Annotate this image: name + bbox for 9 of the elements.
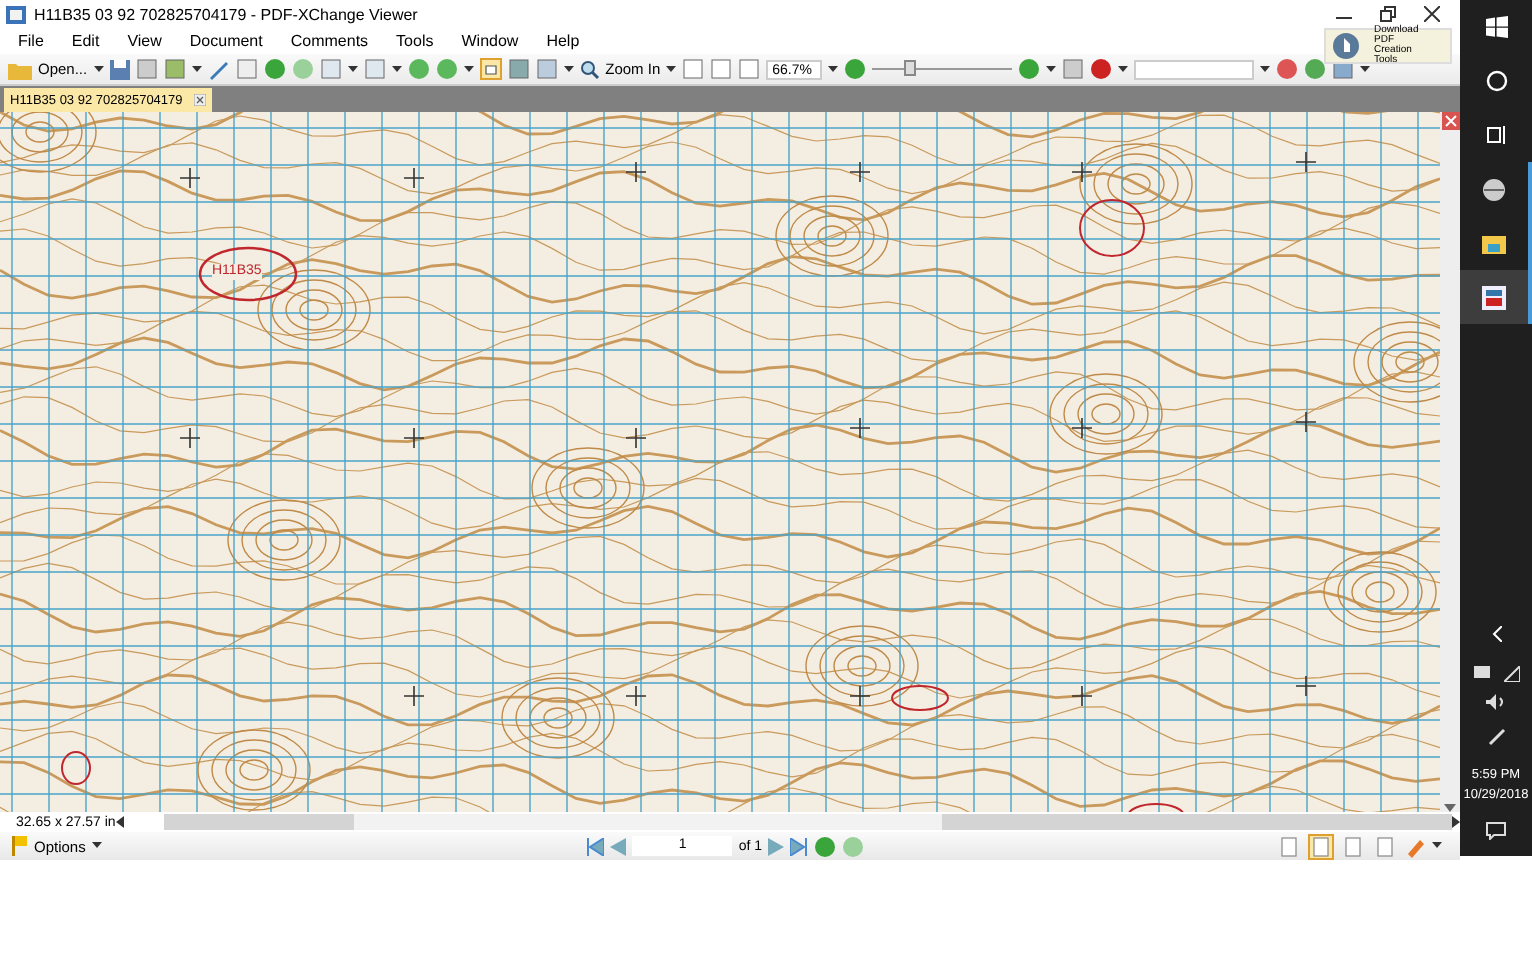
- menu-item[interactable]: Window: [451, 32, 529, 50]
- menu-item[interactable]: File: [8, 32, 54, 50]
- menu-item[interactable]: Comments: [280, 32, 379, 50]
- menu-item[interactable]: Help: [536, 32, 590, 50]
- menu-item[interactable]: Tools: [386, 32, 444, 50]
- menu-item[interactable]: Document: [179, 32, 273, 50]
- menu-item[interactable]: Edit: [61, 32, 110, 50]
- menu-item[interactable]: View: [117, 32, 172, 50]
- window-title: H11B35 03 92 702825704179 - PDF-XChange Viewer: [34, 5, 418, 23]
